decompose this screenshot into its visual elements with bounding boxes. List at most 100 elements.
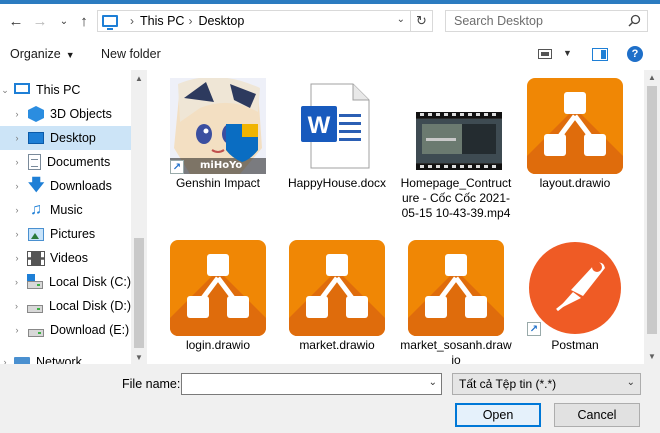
command-bar: Organize ▼ New folder ▼ ?	[0, 38, 660, 70]
up-arrow-icon[interactable]: ↑	[74, 11, 94, 31]
drawio-diagram-glyph	[187, 254, 249, 318]
nav-item-videos[interactable]: › Videos	[0, 246, 131, 270]
open-button[interactable]: Open	[455, 403, 541, 427]
nav-item-desktop[interactable]: › Desktop	[0, 126, 131, 150]
caret-down-icon: ▼	[65, 50, 75, 60]
breadcrumb-separator-icon: ›	[188, 14, 193, 28]
nav-item-local-disk-c[interactable]: › Local Disk (C:)	[0, 270, 131, 294]
film-icon	[27, 250, 45, 266]
mihoyo-logo: miHoYo	[200, 160, 243, 171]
address-history-chevron-icon[interactable]: ⌄	[397, 14, 405, 25]
drive-icon	[28, 329, 44, 337]
download-arrow-icon: 🡇	[28, 177, 45, 194]
file-name: market_sosanh.drawio	[400, 338, 512, 364]
expand-chevron-icon[interactable]: ›	[12, 277, 21, 287]
breadcrumb-desktop[interactable]: Desktop	[198, 14, 244, 28]
file-tile[interactable]: layout.drawio	[519, 78, 631, 208]
nav-item-documents[interactable]: › Documents	[0, 150, 131, 174]
search-placeholder: Search Desktop	[454, 14, 543, 28]
view-options-caret-icon[interactable]: ▼	[563, 48, 572, 58]
refresh-icon[interactable]: ↻	[410, 11, 432, 31]
expand-chevron-icon[interactable]: ›	[12, 325, 22, 335]
nav-item-local-disk-d[interactable]: › Local Disk (D:)	[0, 294, 131, 318]
word-document-icon: W	[289, 78, 385, 174]
nav-item-music[interactable]: › ♫ Music	[0, 198, 131, 222]
nav-scrollbar-thumb[interactable]	[134, 238, 144, 348]
file-tile[interactable]: miHoYo ↗ Genshin Impact	[162, 76, 274, 208]
breadcrumb-this-pc[interactable]: This PC	[140, 14, 184, 28]
expand-chevron-icon[interactable]: ›	[12, 157, 22, 167]
computer-icon	[14, 83, 30, 94]
search-input[interactable]: Search Desktop	[445, 10, 648, 32]
scroll-down-arrow-icon[interactable]: ▼	[648, 352, 656, 361]
preview-pane-icon[interactable]	[592, 48, 608, 61]
nav-item-this-pc[interactable]: ⌄ This PC	[0, 78, 131, 102]
file-tile[interactable]: ↗ Postman	[519, 240, 631, 364]
file-name: HappyHouse.docx	[287, 176, 387, 190]
scroll-down-arrow-icon[interactable]: ▼	[135, 353, 143, 362]
file-name-input[interactable]: ⌄	[181, 373, 442, 395]
file-tile[interactable]: market_sosanh.drawio	[400, 240, 512, 364]
file-type-select[interactable]: Tất cả Tệp tin (*.*) ⌄	[452, 373, 641, 395]
shortcut-arrow-icon: ↗	[170, 160, 184, 174]
file-tile[interactable]: login.drawio	[162, 240, 274, 364]
recent-locations-chevron-icon[interactable]: ⌄	[54, 11, 74, 31]
desktop-icon	[28, 132, 44, 144]
network-icon	[14, 356, 30, 364]
drawio-diagram-glyph	[306, 254, 368, 318]
expand-chevron-icon[interactable]: ›	[12, 301, 21, 311]
drawio-badge	[170, 240, 266, 336]
collapse-chevron-icon[interactable]: ⌄	[0, 85, 10, 96]
back-arrow-icon[interactable]: ←	[6, 11, 26, 31]
video-thumbnail-graphic	[416, 112, 502, 170]
new-folder-button[interactable]: New folder	[101, 47, 161, 61]
file-tile[interactable]: Homepage_Contructure - Cốc Cốc 2021-05-1…	[400, 78, 512, 238]
drawio-icon	[527, 78, 623, 174]
scroll-up-arrow-icon[interactable]: ▲	[648, 73, 656, 82]
expand-chevron-icon[interactable]: ›	[12, 229, 22, 239]
shortcut-arrow-icon: ↗	[527, 322, 541, 336]
help-icon[interactable]: ?	[627, 46, 643, 62]
nav-scrollbar[interactable]: ▲ ▼	[131, 70, 147, 364]
search-icon[interactable]	[628, 14, 641, 27]
nav-item-download-e[interactable]: › Download (E:)	[0, 318, 131, 342]
expand-chevron-icon[interactable]: ›	[12, 253, 22, 263]
cube-icon	[28, 106, 44, 122]
cancel-button[interactable]: Cancel	[554, 403, 640, 427]
change-view-icon[interactable]	[538, 49, 552, 59]
file-name-dropdown-chevron-icon[interactable]: ⌄	[429, 377, 437, 388]
windows-logo-icon	[27, 274, 36, 281]
address-bar[interactable]: › This PC › Desktop ⌄ ↻	[97, 10, 433, 32]
file-list-scrollbar[interactable]: ▲ ▼	[644, 70, 660, 364]
nav-item-pictures[interactable]: › Pictures	[0, 222, 131, 246]
nav-item-downloads[interactable]: › 🡇 Downloads	[0, 174, 131, 198]
expand-chevron-icon[interactable]: ›	[12, 109, 22, 119]
drawio-badge	[408, 240, 504, 336]
nav-item-network[interactable]: › Network	[0, 350, 131, 364]
file-list: miHoYo ↗ Genshin Impact W HappyHouse.doc…	[147, 70, 644, 364]
file-name: Homepage_Contructure - Cốc Cốc 2021-05-1…	[400, 176, 512, 220]
nav-item-label: Pictures	[50, 227, 96, 241]
file-tile[interactable]: market.drawio	[281, 240, 393, 364]
expand-chevron-icon[interactable]: ›	[12, 133, 22, 143]
nav-item-3d-objects[interactable]: › 3D Objects	[0, 102, 131, 126]
drive-icon	[27, 274, 44, 289]
file-tile[interactable]: W HappyHouse.docx	[281, 78, 393, 208]
drawio-icon	[408, 240, 504, 336]
nav-item-label: Network	[36, 355, 82, 364]
nav-item-label: This PC	[36, 83, 81, 97]
expand-chevron-icon[interactable]: ›	[0, 357, 10, 364]
nav-item-label: Videos	[50, 251, 88, 265]
breadcrumb-separator-icon: ›	[130, 14, 134, 28]
drawio-diagram-glyph	[544, 92, 606, 156]
expand-chevron-icon[interactable]: ›	[12, 205, 22, 215]
file-list-scrollbar-thumb[interactable]	[647, 86, 657, 334]
address-row: ← → ⌄ ↑ › This PC › Desktop ⌄ ↻ Search D…	[0, 4, 660, 38]
nav-item-label: Documents	[47, 155, 111, 169]
file-name: login.drawio	[185, 338, 251, 352]
expand-chevron-icon[interactable]: ›	[12, 181, 22, 191]
navigation-pane: ⌄ This PC › 3D Objects › Desktop › Docum…	[0, 70, 147, 364]
organize-button[interactable]: Organize ▼	[10, 47, 75, 61]
scroll-up-arrow-icon[interactable]: ▲	[135, 74, 143, 83]
forward-arrow-icon[interactable]: →	[30, 11, 50, 31]
